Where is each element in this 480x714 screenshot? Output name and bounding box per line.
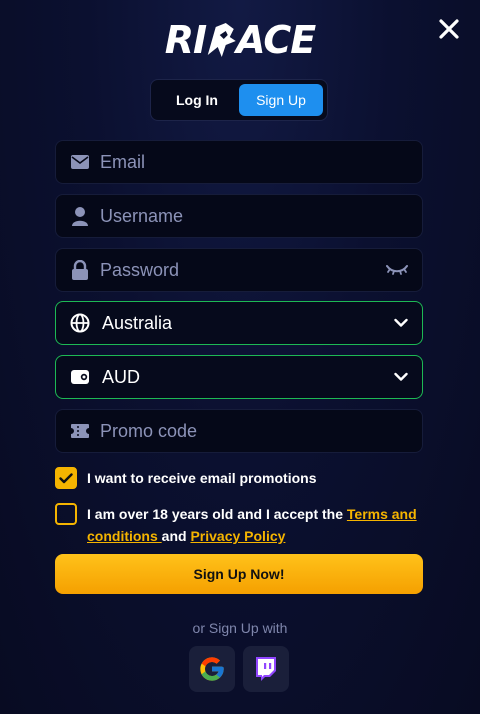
country-select[interactable]: Australia: [55, 301, 423, 345]
brand-logo: RI ACE: [164, 18, 317, 62]
username-input[interactable]: [98, 204, 372, 228]
promo-input[interactable]: [98, 419, 372, 443]
terms-checkbox[interactable]: [55, 503, 77, 525]
country-value: Australia: [102, 312, 173, 333]
password-visibility-toggle[interactable]: [386, 263, 408, 277]
password-input[interactable]: [98, 258, 372, 282]
envelope-icon: [70, 152, 90, 172]
google-icon: [200, 657, 224, 681]
chevron-down-icon: [394, 318, 408, 328]
promotions-checkbox[interactable]: [55, 467, 77, 489]
sign-up-button[interactable]: Sign Up Now!: [55, 554, 423, 594]
close-icon: [439, 19, 459, 39]
twitch-signup-button[interactable]: [243, 646, 289, 692]
username-field[interactable]: [55, 194, 423, 238]
currency-value: AUD: [102, 366, 141, 387]
tab-signup[interactable]: Sign Up: [239, 84, 323, 116]
auth-tabs: Log In Sign Up: [150, 79, 328, 121]
chevron-down-icon: [394, 372, 408, 382]
email-field[interactable]: [55, 140, 423, 184]
globe-icon: [70, 313, 90, 333]
currency-select[interactable]: AUD: [55, 355, 423, 399]
user-icon: [70, 206, 90, 226]
ticket-icon: [70, 421, 90, 441]
lock-icon: [70, 260, 90, 280]
wallet-icon: [70, 367, 90, 387]
email-input[interactable]: [98, 150, 372, 174]
terms-label: I am over 18 years old and I accept the …: [87, 506, 417, 544]
promotions-option: I want to receive email promotions: [55, 467, 317, 489]
checkmark-icon: [59, 472, 73, 483]
terms-option: I am over 18 years old and I accept the …: [55, 503, 425, 547]
promo-field[interactable]: [55, 409, 423, 453]
eye-closed-icon: [386, 265, 408, 275]
tab-login[interactable]: Log In: [155, 84, 239, 116]
password-field[interactable]: [55, 248, 423, 292]
close-button[interactable]: [438, 18, 460, 40]
privacy-policy-link[interactable]: Privacy Policy: [190, 528, 285, 544]
social-prompt: or Sign Up with: [192, 620, 288, 636]
promotions-label: I want to receive email promotions: [87, 470, 317, 486]
twitch-icon: [256, 657, 276, 681]
dragon-logo-icon: [208, 23, 237, 57]
google-signup-button[interactable]: [189, 646, 235, 692]
